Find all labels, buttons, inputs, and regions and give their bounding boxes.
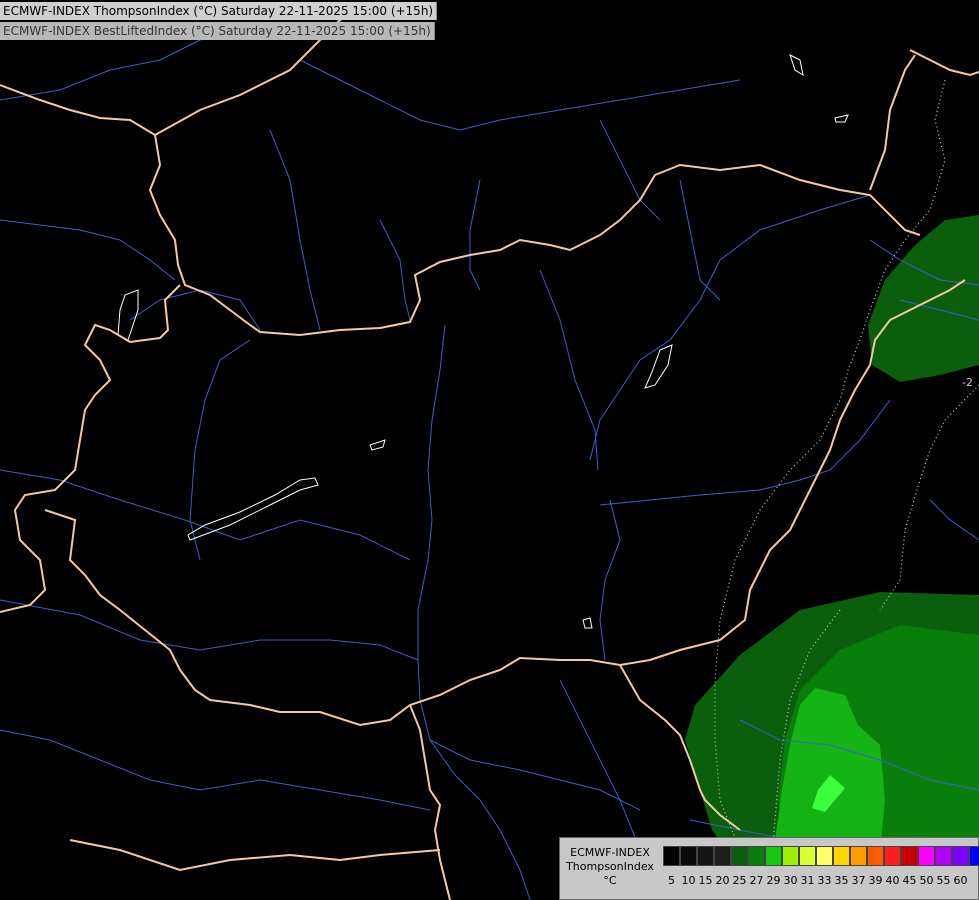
map-title-secondary: ECMWF-INDEX BestLiftedIndex (°C) Saturda… <box>0 22 435 40</box>
lake-small-4 <box>582 617 593 629</box>
lake-neusiedl <box>117 289 139 341</box>
legend-swatch <box>918 846 935 866</box>
legend-swatch <box>663 846 680 866</box>
legend-swatch <box>850 846 867 866</box>
lake-small-1 <box>369 439 386 451</box>
legend-swatch <box>901 846 918 866</box>
legend-swatch <box>952 846 969 866</box>
weather-map: -2 <box>0 9 979 900</box>
legend-caption: ECMWF-INDEX ThompsonIndex °C <box>562 846 658 888</box>
legend-model: ECMWF-INDEX <box>570 846 650 859</box>
legend-tick-label: 50 <box>919 874 934 887</box>
legend-swatch <box>765 846 782 866</box>
legend-parameter: ThompsonIndex <box>566 860 654 873</box>
legend-swatch <box>697 846 714 866</box>
legend-tick-label: 37 <box>851 874 866 887</box>
legend-tick-label: 39 <box>868 874 883 887</box>
legend-swatch <box>748 846 765 866</box>
legend-swatch <box>816 846 833 866</box>
legend-swatch <box>799 846 816 866</box>
legend-tick-label: 35 <box>834 874 849 887</box>
legend-swatches <box>663 846 979 866</box>
map-title-primary: ECMWF-INDEX ThompsonIndex (°C) Saturday … <box>0 2 438 20</box>
legend-ticks: 5 10 15 20 25 27 29 30 31 33 35 37 39 40 45 50 55 60 <box>663 874 969 887</box>
legend-unit: °C <box>603 874 617 887</box>
legend-tick-label: 31 <box>800 874 815 887</box>
legend-swatch <box>884 846 901 866</box>
legend-swatch <box>969 846 979 866</box>
lake-small-2 <box>789 54 804 77</box>
index-field-east <box>868 215 979 382</box>
legend-swatch <box>833 846 850 866</box>
legend-swatch <box>680 846 697 866</box>
legend-swatch <box>714 846 731 866</box>
legend-tick-label: 30 <box>783 874 798 887</box>
color-legend: ECMWF-INDEX ThompsonIndex °C 5 10 15 20 25 27… <box>559 837 979 900</box>
legend-swatch <box>782 846 799 866</box>
lake-balaton <box>187 477 319 541</box>
legend-tick-label: 10 <box>681 874 696 887</box>
legend-tick-label: 15 <box>698 874 713 887</box>
lake-tisza <box>644 344 673 389</box>
legend-tick-label: 27 <box>749 874 764 887</box>
legend-swatch <box>867 846 884 866</box>
legend-swatch <box>731 846 748 866</box>
legend-tick-label: 5 <box>668 874 675 887</box>
legend-tick-label: 20 <box>715 874 730 887</box>
legend-tick-label: 60 <box>953 874 968 887</box>
legend-tick-label: 45 <box>902 874 917 887</box>
lake-small-3 <box>834 114 849 123</box>
legend-tick-label: 29 <box>766 874 781 887</box>
lakes <box>117 54 849 629</box>
legend-swatch <box>935 846 952 866</box>
contour-label: -2 <box>962 376 973 389</box>
legend-tick-label: 40 <box>885 874 900 887</box>
legend-tick-label: 25 <box>732 874 747 887</box>
legend-tick-label: 33 <box>817 874 832 887</box>
legend-tick-label: 55 <box>936 874 951 887</box>
